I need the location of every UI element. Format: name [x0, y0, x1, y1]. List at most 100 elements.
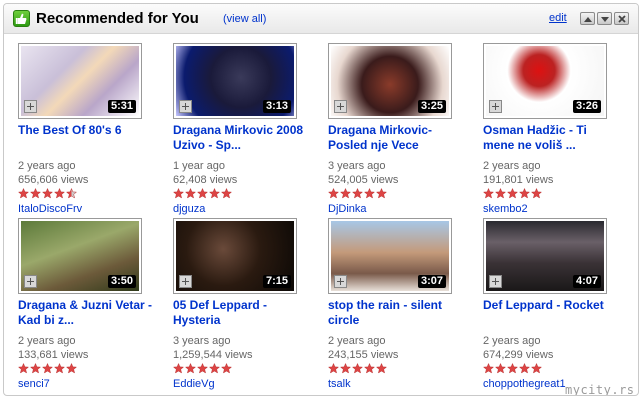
video-views: 191,801 views [483, 174, 554, 186]
video-rating [18, 188, 88, 200]
video-author-link[interactable]: senci7 [18, 378, 50, 390]
video-thumbnail-link[interactable]: 3:50 [18, 218, 142, 294]
view-all-link[interactable]: (view all) [223, 13, 266, 25]
video-rating [483, 363, 553, 375]
star-icon [30, 188, 41, 199]
star-icon [66, 363, 77, 374]
video-age: 2 years ago [18, 160, 76, 172]
video-rating [173, 188, 243, 200]
video-views: 62,408 views [173, 174, 238, 186]
add-to-quicklist-button[interactable] [24, 100, 37, 113]
video-thumbnail-link[interactable]: 3:25 [328, 43, 452, 119]
add-to-quicklist-button[interactable] [24, 275, 37, 288]
video-views: 674,299 views [483, 349, 554, 361]
star-icon [483, 188, 494, 199]
video-rating [18, 363, 88, 375]
edit-link[interactable]: edit [549, 12, 567, 24]
video-title-link[interactable]: Osman Hadžic - Ti mene ne voliš ... [483, 123, 621, 153]
star-icon [507, 363, 518, 374]
video-card: 5:31 The Best Of 80's 6 2 years ago 656,606… [18, 43, 158, 215]
video-duration: 3:13 [262, 100, 291, 113]
star-icon [531, 363, 542, 374]
video-age: 1 year ago [173, 160, 225, 172]
arrow-down-icon [601, 17, 609, 22]
video-author-link[interactable]: DjDinka [328, 203, 367, 215]
star-icon [54, 363, 65, 374]
video-age: 2 years ago [18, 335, 76, 347]
video-thumbnail: 7:15 [176, 221, 294, 291]
video-thumbnail: 3:07 [331, 221, 449, 291]
video-author-link[interactable]: EddieVg [173, 378, 215, 390]
star-icon [519, 188, 530, 199]
video-author-link[interactable]: djguza [173, 203, 205, 215]
star-icon [364, 363, 375, 374]
star-icon [42, 363, 53, 374]
video-title-link[interactable]: Dragana Mirkovic 2008 Uzivo - Sp... [173, 123, 311, 153]
star-icon [328, 188, 339, 199]
star-icon [495, 363, 506, 374]
add-to-quicklist-button[interactable] [334, 100, 347, 113]
star-icon [376, 363, 387, 374]
video-duration: 3:26 [572, 100, 601, 113]
video-age: 2 years ago [328, 335, 386, 347]
video-thumbnail: 3:26 [486, 46, 604, 116]
video-author-link[interactable]: tsalk [328, 378, 351, 390]
video-card: 3:13 Dragana Mirkovic 2008 Uzivo - Sp... 1… [173, 43, 313, 215]
video-duration: 3:25 [417, 100, 446, 113]
add-to-quicklist-button[interactable] [489, 100, 502, 113]
video-views: 133,681 views [18, 349, 89, 361]
video-title-link[interactable]: Def Leppard - Rocket [483, 298, 621, 313]
video-author-link[interactable]: choppothegreat1 [483, 378, 566, 390]
add-to-quicklist-button[interactable] [179, 275, 192, 288]
star-icon [66, 188, 77, 199]
star-icon [185, 363, 196, 374]
star-icon [376, 188, 387, 199]
move-down-button[interactable] [597, 12, 612, 25]
video-author-link[interactable]: skembo2 [483, 203, 528, 215]
recommended-icon [13, 10, 30, 27]
video-thumbnail-link[interactable]: 3:07 [328, 218, 452, 294]
video-age: 2 years ago [483, 335, 541, 347]
add-to-quicklist-button[interactable] [179, 100, 192, 113]
star-icon [340, 363, 351, 374]
video-views: 243,155 views [328, 349, 399, 361]
video-title-link[interactable]: stop the rain - silent circle [328, 298, 466, 328]
video-duration: 3:07 [417, 275, 446, 288]
star-icon [221, 188, 232, 199]
arrow-up-icon [584, 17, 592, 22]
close-button[interactable] [614, 12, 629, 25]
move-up-button[interactable] [580, 12, 595, 25]
star-icon [30, 363, 41, 374]
video-title-link[interactable]: The Best Of 80's 6 [18, 123, 156, 138]
video-thumbnail-link[interactable]: 3:26 [483, 43, 607, 119]
add-to-quicklist-button[interactable] [489, 275, 502, 288]
video-rating [483, 188, 553, 200]
star-icon [18, 188, 29, 199]
star-icon [519, 363, 530, 374]
star-icon [197, 188, 208, 199]
watermark: mycity.rs [565, 383, 635, 396]
star-icon [197, 363, 208, 374]
star-icon [185, 188, 196, 199]
star-icon [364, 188, 375, 199]
star-icon [507, 188, 518, 199]
video-rating [328, 188, 398, 200]
video-thumbnail: 3:50 [21, 221, 139, 291]
video-thumbnail-link[interactable]: 7:15 [173, 218, 297, 294]
close-icon [618, 15, 626, 23]
star-icon [328, 363, 339, 374]
add-to-quicklist-button[interactable] [334, 275, 347, 288]
video-rating [173, 363, 243, 375]
video-author-link[interactable]: ItaloDiscoFrv [18, 203, 82, 215]
video-card: 4:07 Def Leppard - Rocket 2 years ago 674,2… [483, 218, 623, 390]
video-thumbnail-link[interactable]: 5:31 [18, 43, 142, 119]
video-thumbnail-link[interactable]: 3:13 [173, 43, 297, 119]
video-card: 7:15 05 Def Leppard - Hysteria 3 years ago… [173, 218, 313, 390]
video-duration: 4:07 [572, 275, 601, 288]
video-duration: 7:15 [262, 275, 291, 288]
video-title-link[interactable]: Dragana & Juzni Vetar - Kad bi z... [18, 298, 156, 328]
video-thumbnail-link[interactable]: 4:07 [483, 218, 607, 294]
video-title-link[interactable]: Dragana Mirkovic- Posled nje Vece [328, 123, 466, 153]
video-title-link[interactable]: 05 Def Leppard - Hysteria [173, 298, 311, 328]
star-icon [209, 188, 220, 199]
